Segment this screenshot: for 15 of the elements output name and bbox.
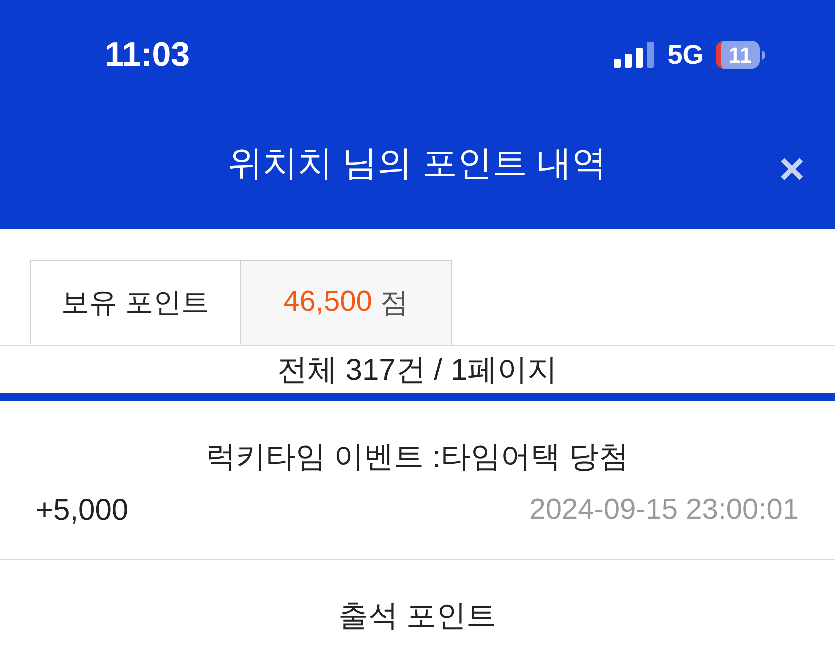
points-value: 46,500 xyxy=(284,285,372,320)
signal-icon xyxy=(614,42,656,68)
points-unit: 점 xyxy=(380,286,408,320)
network-label: 5G xyxy=(668,38,704,72)
points-label: 보유 포인트 xyxy=(30,260,241,345)
page-title: 위치치 님의 포인트 내역 xyxy=(228,143,608,186)
entry-date: 2024-09-15 23:00:01 xyxy=(530,492,799,528)
entry-amount: +5,000 xyxy=(36,493,129,529)
entry-title: 출석 포인트 xyxy=(337,599,498,635)
battery-level: 11 xyxy=(716,41,760,69)
summary-text: 전체 317건 / 1페이지 xyxy=(277,353,558,389)
entry-title: 럭키타임 이벤트 :타임어택 당첨 xyxy=(204,440,630,476)
close-button[interactable]: × xyxy=(779,148,805,192)
battery-cap-icon xyxy=(762,50,765,60)
clock-time: 11:03 xyxy=(105,34,190,76)
